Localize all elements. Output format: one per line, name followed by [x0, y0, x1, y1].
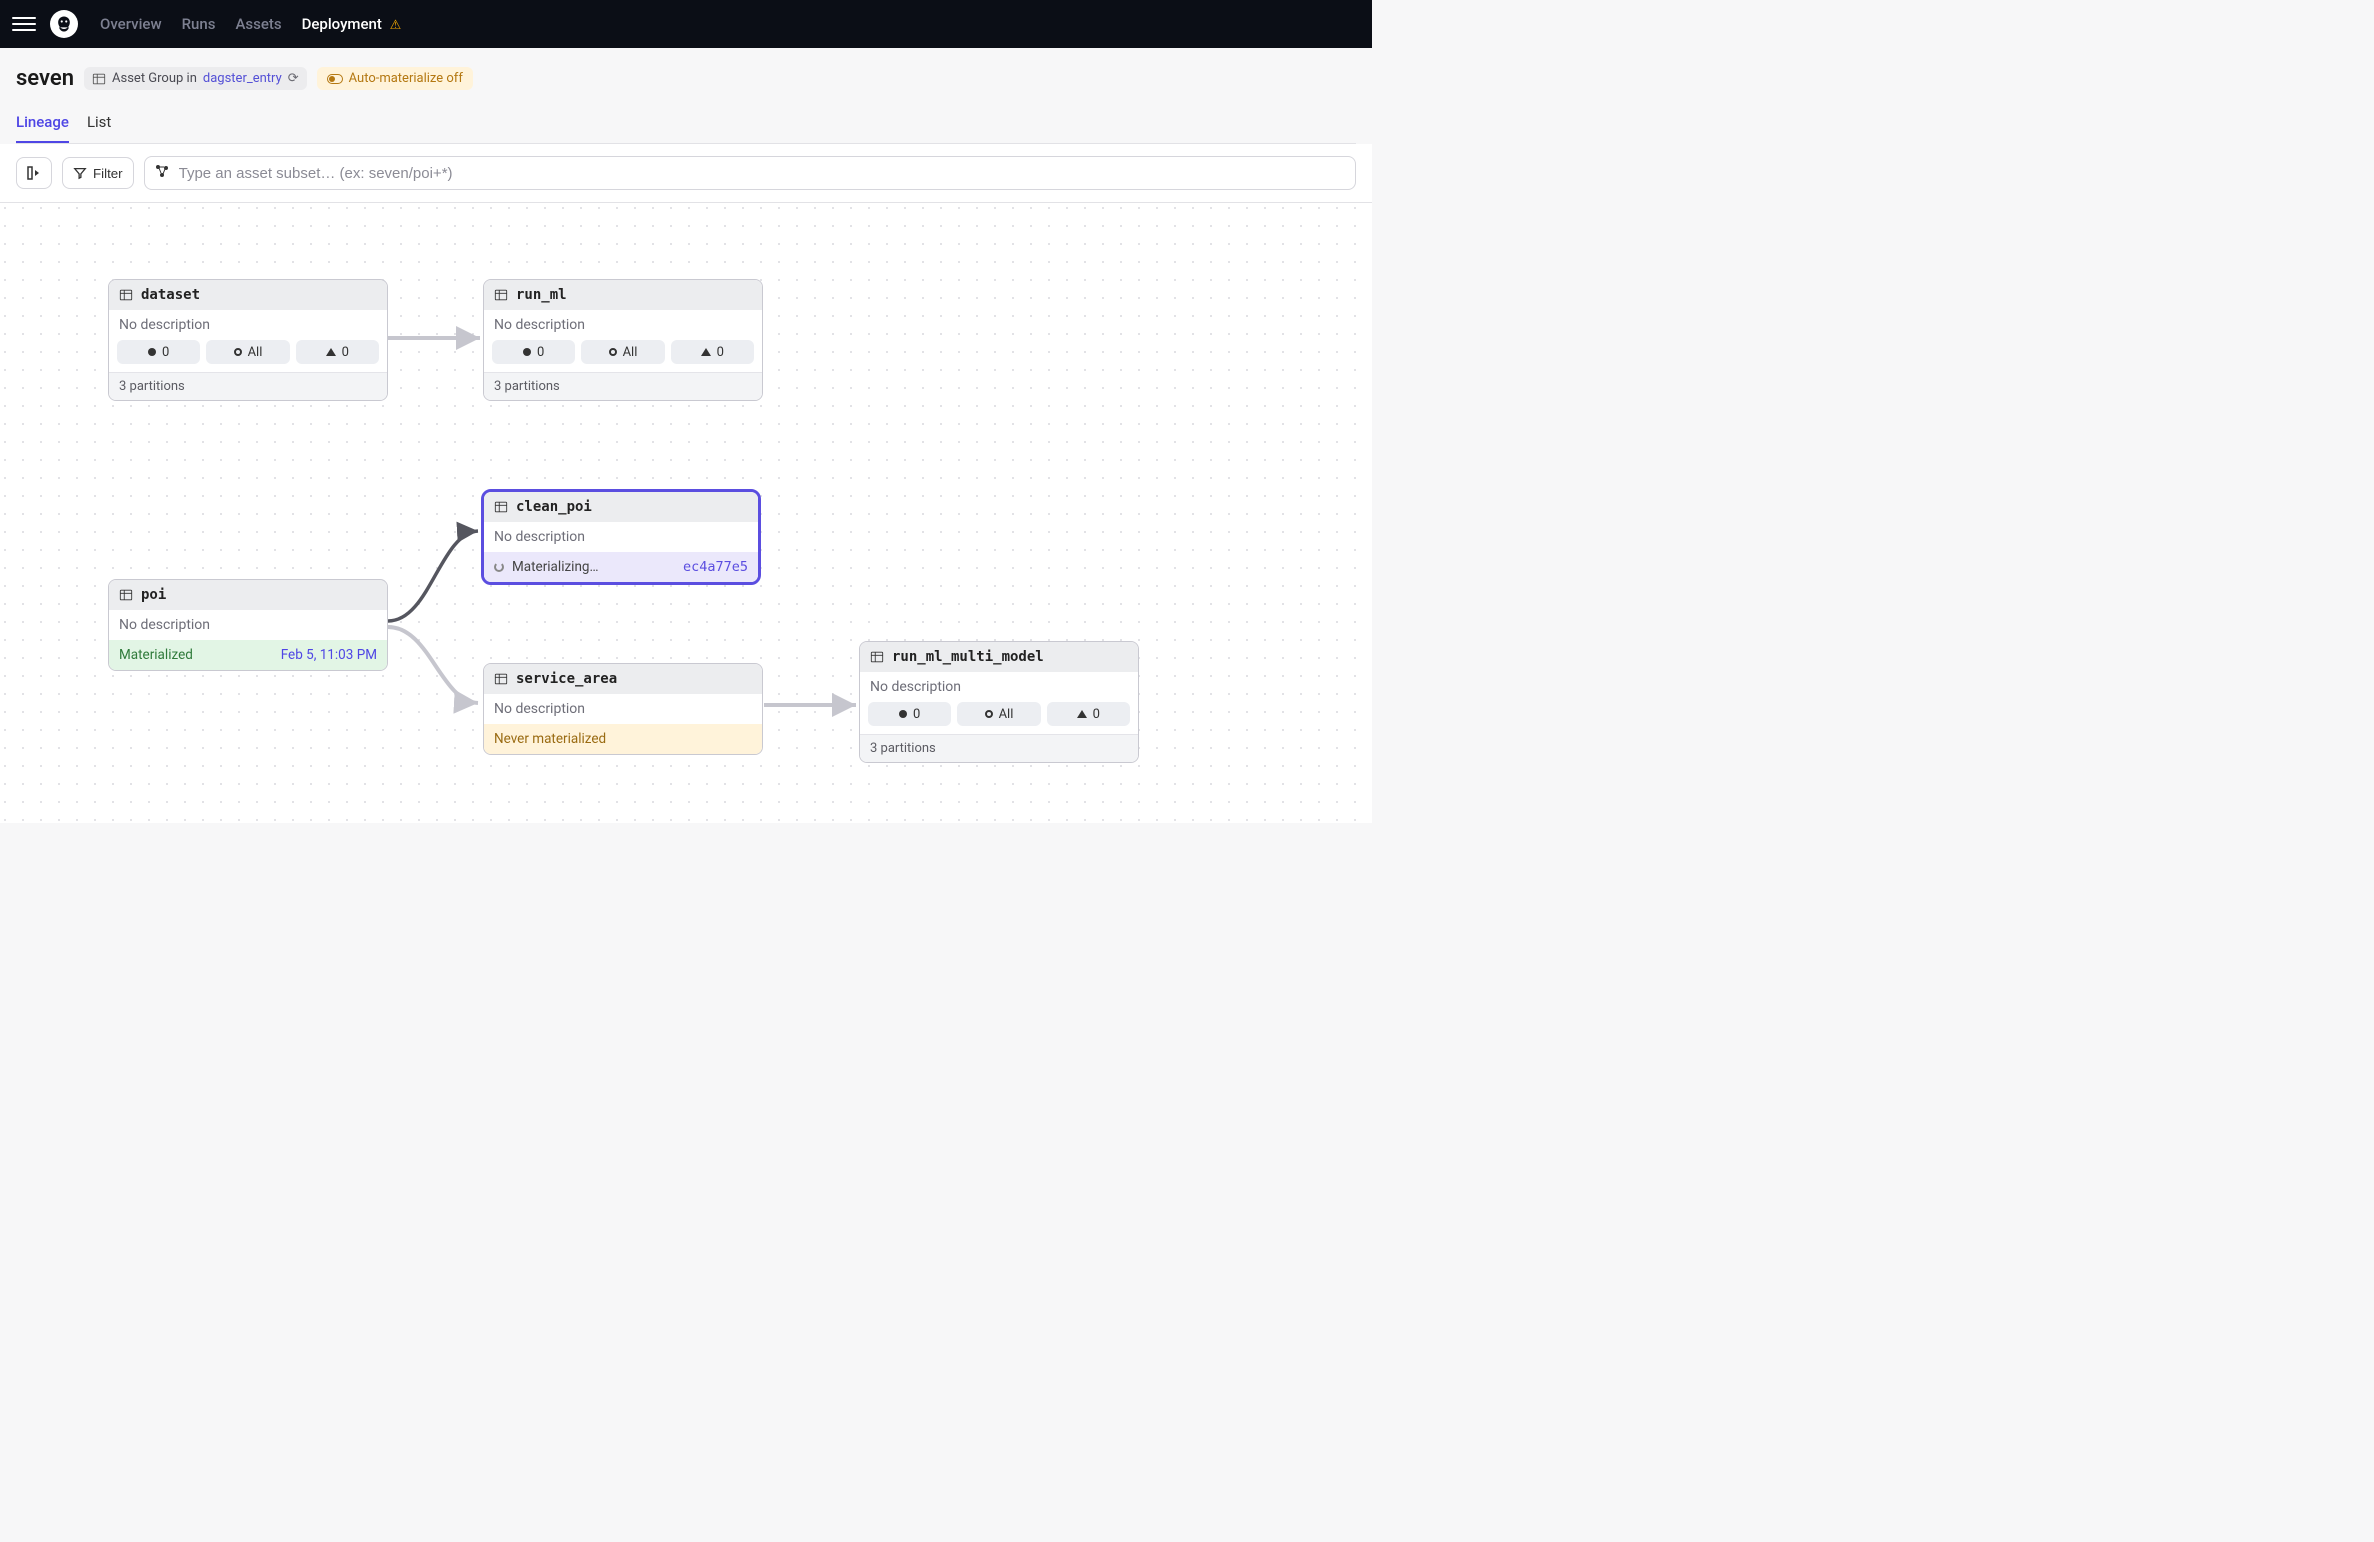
nav-runs[interactable]: Runs	[182, 15, 216, 33]
auto-materialize-label: Auto-materialize off	[349, 71, 463, 86]
panel-icon	[26, 165, 42, 181]
run-id-link[interactable]: ec4a77e5	[683, 559, 748, 575]
asset-node-poi[interactable]: poi No description Materialized Feb 5, 1…	[108, 579, 388, 671]
pill-filled[interactable]: 0	[492, 340, 575, 364]
table-icon	[494, 288, 508, 302]
graph-icon	[154, 163, 170, 183]
asset-node-header: run_ml	[484, 280, 762, 310]
status-materialized: Materialized Feb 5, 11:03 PM	[109, 640, 387, 670]
toggle-off-icon	[327, 74, 343, 84]
asset-group-chip-prefix: Asset Group in	[112, 71, 197, 86]
menu-icon[interactable]	[12, 12, 36, 36]
asset-name: service_area	[516, 671, 617, 687]
table-icon	[119, 288, 133, 302]
nav-links: Overview Runs Assets Deployment ⚠	[100, 15, 401, 33]
nav-deployment[interactable]: Deployment ⚠	[302, 15, 402, 33]
code-location-link[interactable]: dagster_entry	[203, 71, 282, 86]
asset-node-header: service_area	[484, 664, 762, 694]
asset-name: run_ml	[516, 287, 567, 303]
toolbar: Filter	[0, 144, 1372, 203]
pill-tri[interactable]: 0	[296, 340, 379, 364]
asset-name: poi	[141, 587, 166, 603]
asset-node-clean-poi[interactable]: clean_poi No description Materializing… …	[481, 489, 761, 585]
partition-pills: 0 All 0	[860, 702, 1138, 734]
status-never-materialized: Never materialized	[484, 724, 762, 754]
tab-list[interactable]: List	[87, 113, 111, 143]
partition-pills: 0 All 0	[109, 340, 387, 372]
auto-materialize-chip[interactable]: Auto-materialize off	[317, 67, 473, 90]
pill-filled[interactable]: 0	[868, 702, 951, 726]
expand-panel-button[interactable]	[16, 157, 52, 189]
partition-pills: 0 All 0	[484, 340, 762, 372]
tabs: Lineage List	[16, 113, 1356, 144]
table-icon	[119, 588, 133, 602]
filter-button-label: Filter	[93, 166, 123, 181]
status-materializing: Materializing… ec4a77e5	[484, 552, 758, 582]
pill-open[interactable]: All	[957, 702, 1040, 726]
table-icon	[92, 72, 106, 86]
asset-desc: No description	[484, 310, 762, 340]
page-header: seven Asset Group in dagster_entry ⟳ Aut…	[0, 48, 1372, 144]
spinner-icon	[494, 562, 504, 572]
top-nav: Overview Runs Assets Deployment ⚠	[0, 0, 1372, 48]
lineage-canvas[interactable]: dataset No description 0 All 0 3 partiti…	[0, 203, 1372, 823]
asset-desc: No description	[484, 522, 758, 552]
nav-assets[interactable]: Assets	[235, 15, 281, 33]
pill-open[interactable]: All	[581, 340, 664, 364]
partitions-count: 3 partitions	[484, 372, 762, 400]
asset-desc: No description	[109, 610, 387, 640]
asset-node-run-ml-multi-model[interactable]: run_ml_multi_model No description 0 All …	[859, 641, 1139, 763]
table-icon	[870, 650, 884, 664]
asset-desc: No description	[860, 672, 1138, 702]
reload-icon[interactable]: ⟳	[288, 71, 299, 86]
pill-tri[interactable]: 0	[1047, 702, 1130, 726]
asset-group-chip: Asset Group in dagster_entry ⟳	[84, 67, 307, 90]
pill-filled[interactable]: 0	[117, 340, 200, 364]
table-icon	[494, 672, 508, 686]
asset-name: run_ml_multi_model	[892, 649, 1044, 665]
asset-name: clean_poi	[516, 499, 592, 515]
asset-node-header: poi	[109, 580, 387, 610]
asset-node-run-ml[interactable]: run_ml No description 0 All 0 3 partitio…	[483, 279, 763, 401]
asset-node-header: clean_poi	[484, 492, 758, 522]
nav-overview[interactable]: Overview	[100, 15, 162, 33]
partitions-count: 3 partitions	[109, 372, 387, 400]
nav-deployment-label: Deployment	[302, 15, 382, 33]
dagster-logo[interactable]	[50, 10, 78, 38]
page-title: seven	[16, 66, 74, 91]
asset-desc: No description	[484, 694, 762, 724]
tab-lineage[interactable]: Lineage	[16, 113, 69, 143]
asset-node-header: dataset	[109, 280, 387, 310]
partitions-count: 3 partitions	[860, 734, 1138, 762]
table-icon	[494, 500, 508, 514]
asset-subset-input[interactable]	[144, 156, 1356, 190]
asset-node-service-area[interactable]: service_area No description Never materi…	[483, 663, 763, 755]
asset-node-header: run_ml_multi_model	[860, 642, 1138, 672]
filter-icon	[73, 166, 87, 180]
search-wrap	[144, 156, 1356, 190]
warning-icon: ⚠	[390, 18, 402, 33]
materialized-timestamp[interactable]: Feb 5, 11:03 PM	[281, 647, 377, 663]
asset-desc: No description	[109, 310, 387, 340]
asset-node-dataset[interactable]: dataset No description 0 All 0 3 partiti…	[108, 279, 388, 401]
filter-button[interactable]: Filter	[62, 157, 134, 189]
asset-name: dataset	[141, 287, 200, 303]
pill-open[interactable]: All	[206, 340, 289, 364]
pill-tri[interactable]: 0	[671, 340, 754, 364]
